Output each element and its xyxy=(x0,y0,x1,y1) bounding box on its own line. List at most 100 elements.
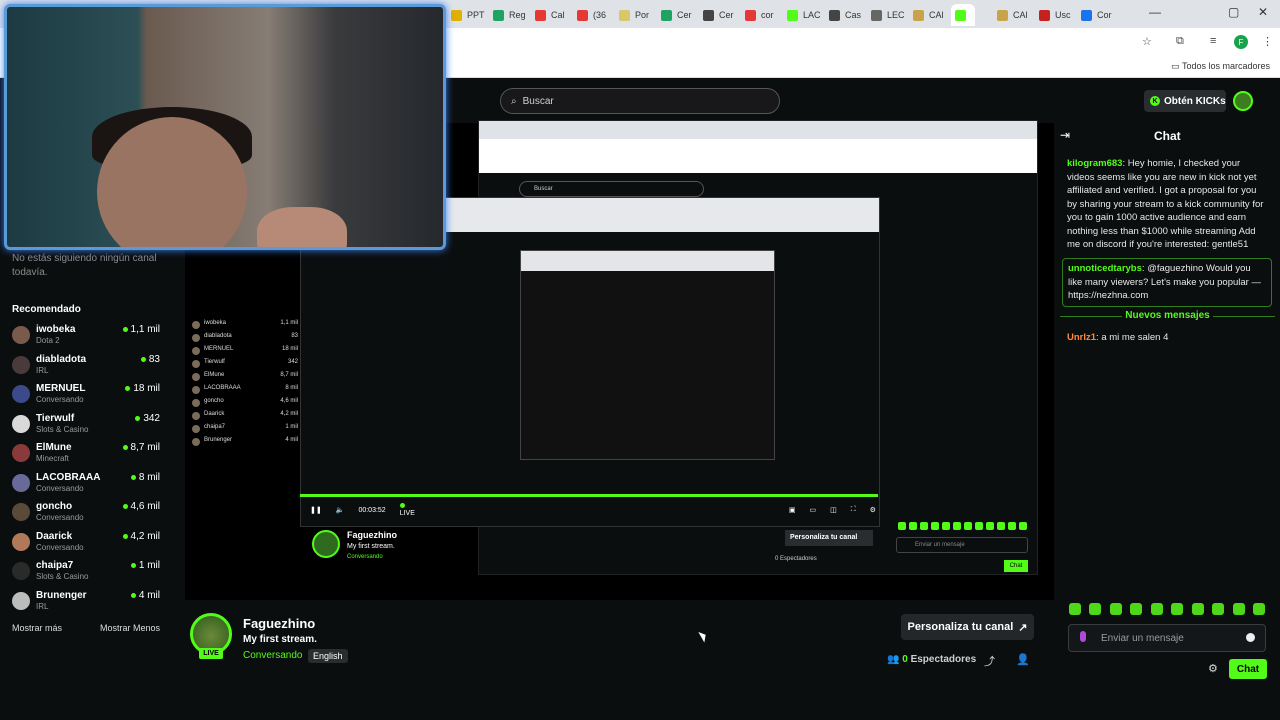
chat-username[interactable]: kilogram683 xyxy=(1067,158,1122,169)
viewer-count-value: 83 xyxy=(148,353,160,365)
emote-icon[interactable] xyxy=(1130,603,1143,615)
emote-icon[interactable] xyxy=(1109,603,1122,615)
browser-tab[interactable]: PPT xyxy=(447,4,489,26)
search-input[interactable]: ⌕ Buscar xyxy=(500,88,780,114)
sidebar-channel-item[interactable]: MERNUEL Conversando 18 mil xyxy=(12,383,160,409)
follow-icon[interactable]: 👤 xyxy=(1016,653,1030,666)
viewer-count: 4,6 mil xyxy=(122,501,160,512)
chat-username[interactable]: unnoticedtarybs xyxy=(1068,263,1142,274)
time-display: 00:03:52 xyxy=(358,506,386,514)
emote-icon[interactable] xyxy=(1150,603,1163,615)
emote-icon[interactable] xyxy=(1171,603,1184,615)
sidebar-channel-item[interactable]: iwobeka Dota 2 1,1 mil xyxy=(12,324,160,350)
show-less-button[interactable]: Mostrar Menos xyxy=(100,623,160,633)
chat-send-button[interactable]: Chat xyxy=(1229,659,1267,679)
live-badge: LIVE xyxy=(199,648,223,659)
media-icon[interactable]: ≡ xyxy=(1210,35,1216,47)
browser-tab[interactable]: CAl xyxy=(909,4,948,26)
close-window-icon[interactable]: ✕ xyxy=(1258,5,1268,19)
nested-channel-name: Faguezhino xyxy=(347,530,397,540)
sidebar-channel-item[interactable]: Brunenger IRL 4 mil xyxy=(12,590,160,616)
browser-tab[interactable]: Cas xyxy=(825,4,865,26)
emote-icon[interactable] xyxy=(1089,603,1102,615)
viewer-count-value: 1 mil xyxy=(138,560,160,571)
maximize-icon[interactable]: ▢ xyxy=(1228,5,1239,19)
theater-icon[interactable]: ▭ xyxy=(810,506,817,514)
nested-emote-icon xyxy=(986,522,994,530)
nested-sidebar-item: goncho 4,6 mil xyxy=(190,398,298,411)
browser-tab[interactable] xyxy=(951,4,975,26)
emote-icon[interactable] xyxy=(1252,603,1265,615)
sidebar-channel-item[interactable]: LACOBRAAA Conversando 8 mil xyxy=(12,472,160,498)
channel-avatar-icon xyxy=(12,444,30,462)
browser-tab[interactable]: CAl xyxy=(993,4,1032,26)
browser-tab[interactable]: Cal xyxy=(531,4,569,26)
microphone-icon[interactable] xyxy=(1080,631,1086,642)
emote-icon[interactable] xyxy=(1232,603,1245,615)
user-avatar[interactable] xyxy=(1233,91,1253,111)
star-icon[interactable]: ☆ xyxy=(1142,35,1152,48)
menu-icon[interactable]: ⋮ xyxy=(1262,35,1273,48)
browser-tab[interactable]: cor xyxy=(741,4,778,26)
volume-icon[interactable]: 🔈 xyxy=(336,506,345,514)
browser-tab[interactable]: Reg xyxy=(489,4,530,26)
nested-channel-avatar xyxy=(312,530,340,558)
tab-label: LEC xyxy=(887,10,905,20)
browser-tab[interactable]: Cor xyxy=(1077,4,1116,26)
viewer-count: 1 mil xyxy=(130,560,160,571)
customize-channel-button[interactable]: Personaliza tu canal ↗ xyxy=(901,614,1034,640)
viewer-count: 4,2 mil xyxy=(122,531,160,542)
browser-tab[interactable]: Cer xyxy=(657,4,696,26)
tab-label: LAC xyxy=(803,10,821,20)
pause-icon[interactable]: ❚❚ xyxy=(310,506,322,514)
sidebar-channel-item[interactable]: Daarick Conversando 4,2 mil xyxy=(12,531,160,557)
browser-tab[interactable]: (36 xyxy=(573,4,610,26)
share-icon[interactable]: ⤴ xyxy=(984,653,995,669)
browser-tab[interactable]: LAC xyxy=(783,4,825,26)
browser-tab[interactable]: Por xyxy=(615,4,653,26)
language-tag[interactable]: English xyxy=(308,649,348,663)
tab-label: Cer xyxy=(719,10,734,20)
nested-emote-icon xyxy=(1008,522,1016,530)
sidebar-channel-item[interactable]: diabladota IRL 83 xyxy=(12,354,160,380)
sidebar-channel-item[interactable]: goncho Conversando 4,6 mil xyxy=(12,501,160,527)
browser-tab[interactable]: Usc xyxy=(1035,4,1075,26)
chat-input[interactable]: Enviar un mensaje xyxy=(1068,624,1266,652)
sidebar-channel-item[interactable]: ElMune Minecraft 8,7 mil xyxy=(12,442,160,468)
get-kicks-button[interactable]: K Obtén KICKs xyxy=(1144,90,1226,112)
nested-chat-input: Enviar un mensaje xyxy=(896,537,1028,553)
channel-name[interactable]: Faguezhino xyxy=(243,616,315,631)
emote-icon[interactable] xyxy=(1191,603,1204,615)
viewers-number: 0 xyxy=(902,654,908,665)
chat-text: Hey homie, I checked your videos seems l… xyxy=(1067,158,1264,250)
clip-icon[interactable]: ▣ xyxy=(789,506,796,514)
stream-title: My first stream. xyxy=(243,634,317,645)
sidebar-channel-item[interactable]: chaipa7 Slots & Casino 1 mil xyxy=(12,560,160,586)
live-dot-icon xyxy=(135,415,141,421)
emote-icon[interactable] xyxy=(1069,603,1081,615)
channel-category: Conversando xyxy=(36,483,84,493)
progress-bar[interactable] xyxy=(300,494,878,497)
sidebar-channel-item[interactable]: Tierwulf Slots & Casino 342 xyxy=(12,413,160,439)
chat-username[interactable]: Unrlz1 xyxy=(1067,332,1096,343)
tab-label: Usc xyxy=(1055,10,1071,20)
pip-icon[interactable]: ◫ xyxy=(830,506,837,514)
browser-tab[interactable]: LEC xyxy=(867,4,909,26)
channel-category: Minecraft xyxy=(36,454,69,463)
all-bookmarks[interactable]: ▭ Todos los marcadores xyxy=(1171,61,1270,72)
emote-icon[interactable] xyxy=(1212,603,1225,615)
chat-settings-icon[interactable]: ⚙ xyxy=(1208,662,1218,675)
stream-category[interactable]: Conversando xyxy=(243,650,302,661)
emoji-icon[interactable] xyxy=(1246,633,1255,642)
show-more-button[interactable]: Mostrar más xyxy=(12,623,62,633)
profile-avatar[interactable]: F xyxy=(1234,35,1248,49)
extensions-icon[interactable]: ⧉ xyxy=(1176,35,1184,48)
nested-viewer-count: 8,7 mil xyxy=(280,372,298,378)
minimize-icon[interactable]: — xyxy=(1149,5,1161,19)
channel-name: Brunenger xyxy=(36,589,87,601)
fullscreen-icon[interactable]: ⛶ xyxy=(851,506,856,514)
settings-icon[interactable]: ⚙ xyxy=(870,506,876,514)
browser-tab[interactable]: Cer xyxy=(699,4,738,26)
collapse-chat-icon[interactable]: ⇥ xyxy=(1060,128,1070,142)
nested-sidebar-item: iwobeka 1,1 mil xyxy=(190,320,298,333)
